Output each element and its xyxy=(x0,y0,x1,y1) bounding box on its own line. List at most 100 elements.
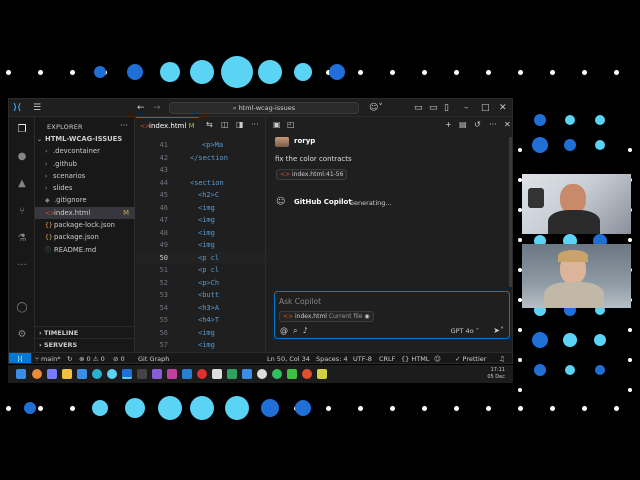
code-lines[interactable]: 41 <p>Ma 42 </section 43 44 <section 45 <h2>C 46 <… xyxy=(136,139,265,352)
more-icon[interactable]: ··· xyxy=(120,121,128,130)
code-line[interactable]: 51 <p cl xyxy=(136,264,265,277)
settings-icon[interactable]: ⚙ xyxy=(15,328,29,342)
tree-item-gitignore[interactable]: ◆ .gitignore xyxy=(35,194,135,206)
code-line[interactable]: 45 <h2>C xyxy=(136,189,265,202)
close-icon[interactable]: ✕ xyxy=(499,102,507,114)
more-icon[interactable]: ··· xyxy=(489,120,497,129)
code-line[interactable]: 41 <p>Ma xyxy=(136,139,265,152)
tree-root[interactable]: ⌄ HTML-WCAG-ISSUES xyxy=(35,133,135,145)
code-line[interactable]: 43 xyxy=(136,164,265,177)
browser-icon[interactable] xyxy=(107,369,117,379)
tree-item-package-lock[interactable]: {}package-lock.json xyxy=(35,219,135,231)
layout-icon[interactable]: ▭ xyxy=(414,102,423,114)
github-icon[interactable]: ● xyxy=(15,150,29,164)
outlook-icon[interactable] xyxy=(182,369,192,379)
app-icon[interactable] xyxy=(77,369,87,379)
indentation[interactable]: Spaces: 4 xyxy=(316,353,348,363)
code-line[interactable]: 46 <img xyxy=(136,202,265,215)
minimize-icon[interactable]: – xyxy=(464,102,469,114)
model-picker[interactable]: GPT 4o ˅ xyxy=(451,327,479,335)
app-icon[interactable] xyxy=(197,369,207,379)
account-icon[interactable]: ◯ xyxy=(15,301,29,315)
mention-icon[interactable]: @ xyxy=(280,326,288,335)
tree-item-github[interactable]: › .github xyxy=(35,158,135,170)
problems-indicator[interactable]: ⊗ 0 ⚠ 0 xyxy=(79,353,105,363)
line-ending[interactable]: CRLF xyxy=(379,353,395,363)
more-icon[interactable]: ··· xyxy=(251,120,259,129)
arrow-left-icon[interactable]: ← xyxy=(137,102,145,114)
code-line[interactable]: 44 <section xyxy=(136,177,265,190)
language-mode[interactable]: {} HTML xyxy=(401,353,429,363)
chat-icon[interactable]: ▣ xyxy=(273,120,281,129)
tree-item-index-html[interactable]: <>index.html M xyxy=(35,206,135,220)
cursor-position[interactable]: Ln 50, Col 34 xyxy=(267,353,310,363)
eye-icon[interactable]: ◉ xyxy=(364,313,369,320)
reference-chip[interactable]: <> index.html:41-56 xyxy=(276,169,348,180)
windows-start-icon[interactable] xyxy=(16,369,26,379)
branch-indicator[interactable]: ⑂ main* xyxy=(35,353,60,363)
code-line[interactable]: 55 <h4>T xyxy=(136,314,265,327)
code-line[interactable]: 48 <img xyxy=(136,227,265,240)
microphone-icon[interactable]: ♪ xyxy=(303,326,308,335)
chat-input-box[interactable]: Ask Copilot <> index.html Current file ◉… xyxy=(274,291,510,339)
restore-icon[interactable]: □ xyxy=(481,102,490,114)
folder-icon[interactable] xyxy=(62,369,72,379)
servers-section[interactable]: › SERVERS xyxy=(35,338,135,350)
app-icon[interactable] xyxy=(212,369,222,379)
code-line[interactable]: 49 <img xyxy=(136,239,265,252)
code-line[interactable]: 57 <img xyxy=(136,339,265,352)
ports-indicator[interactable]: ⊘ 0 xyxy=(113,353,125,363)
testing-icon[interactable]: ⚗ xyxy=(15,232,29,246)
code-line[interactable]: 47 <img xyxy=(136,214,265,227)
chat-input-placeholder[interactable]: Ask Copilot xyxy=(279,297,321,306)
code-line[interactable]: 50 <p cl xyxy=(136,251,265,264)
code-line[interactable]: 54 <h3>A xyxy=(136,302,265,315)
remote-icon[interactable]: ⟩⟨ xyxy=(9,353,31,363)
more-icon[interactable]: ··· xyxy=(15,259,29,273)
history-icon[interactable]: ◰ xyxy=(287,120,295,129)
tree-item-scenarios[interactable]: › scenarios xyxy=(35,170,135,182)
copilot-status-icon[interactable]: ☺ xyxy=(434,353,441,363)
whatsapp-icon[interactable] xyxy=(272,369,282,379)
bell-icon[interactable]: ♫ xyxy=(499,353,505,363)
app-icon[interactable] xyxy=(317,369,327,379)
source-control-icon[interactable]: ⑂ xyxy=(15,205,29,219)
code-line[interactable]: 52 <p>Ch xyxy=(136,277,265,290)
hamburger-icon[interactable]: ☰ xyxy=(33,102,41,114)
preview-icon[interactable]: ◫ xyxy=(221,120,229,129)
sync-icon[interactable]: ↻ xyxy=(67,353,72,363)
edge-icon[interactable] xyxy=(92,369,102,379)
system-clock[interactable]: 17:11 05 Dec xyxy=(487,367,505,381)
copilot-icon[interactable]: ☺˅ xyxy=(369,102,383,114)
tab-index-html[interactable]: <>index.html M xyxy=(136,117,199,135)
chatgpt-icon[interactable] xyxy=(257,369,267,379)
code-line[interactable]: 42 </section xyxy=(136,152,265,165)
history-icon[interactable]: ↺ xyxy=(474,120,481,129)
teams-icon[interactable] xyxy=(152,369,162,379)
split-editor-icon[interactable]: ◨ xyxy=(236,120,244,129)
tree-item-readme[interactable]: ⓘ README.md xyxy=(35,244,135,256)
app-icon[interactable] xyxy=(242,369,252,379)
tree-item-slides[interactable]: › slides xyxy=(35,182,135,194)
app-icon[interactable] xyxy=(32,369,42,379)
new-file-icon[interactable]: ▤ xyxy=(459,120,467,129)
app-icon[interactable] xyxy=(287,369,297,379)
app-icon[interactable] xyxy=(302,369,312,379)
azure-icon[interactable]: ▲ xyxy=(15,177,29,191)
tree-item-package-json[interactable]: {}package.json xyxy=(35,231,135,243)
compare-icon[interactable]: ⇆ xyxy=(206,120,213,129)
code-line[interactable]: 56 <img xyxy=(136,327,265,340)
explorer-icon[interactable]: ❐ xyxy=(15,123,29,137)
scrollbar[interactable] xyxy=(509,137,512,287)
terminal-icon[interactable] xyxy=(137,369,147,379)
encoding[interactable]: UTF-8 xyxy=(353,353,372,363)
arrow-right-icon[interactable]: → xyxy=(153,102,161,114)
app-icon[interactable] xyxy=(47,369,57,379)
app-icon[interactable] xyxy=(227,369,237,379)
attach-icon[interactable]: ⌕ xyxy=(293,326,297,335)
close-icon[interactable]: ✕ xyxy=(504,120,511,129)
layout-icon[interactable]: ▯ xyxy=(444,102,449,114)
git-graph-button[interactable]: Git Graph xyxy=(138,353,169,363)
prettier-status[interactable]: ✓ Prettier xyxy=(455,353,486,363)
tree-item-devcontainer[interactable]: › .devcontainer xyxy=(35,145,135,157)
